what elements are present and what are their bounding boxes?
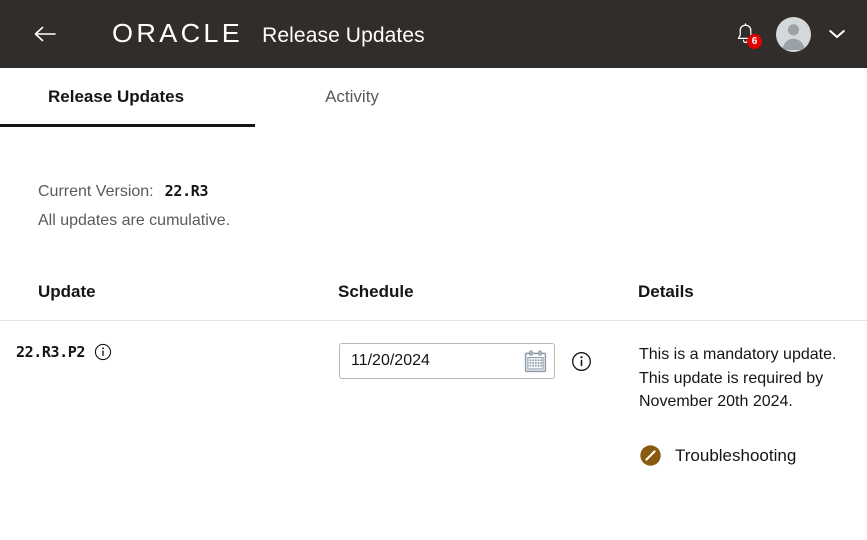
schedule-date-input[interactable] xyxy=(340,344,522,378)
oracle-logo: ORACLE xyxy=(112,18,244,48)
tab-activity-label: Activity xyxy=(325,87,379,106)
tab-activity[interactable]: Activity xyxy=(325,68,379,126)
tab-release-updates[interactable]: Release Updates xyxy=(0,68,184,126)
account-menu-button[interactable] xyxy=(825,22,849,46)
troubleshooting-label: Troubleshooting xyxy=(675,445,797,465)
back-button[interactable] xyxy=(30,19,60,49)
active-tab-indicator xyxy=(0,124,255,127)
notification-badge: 6 xyxy=(747,34,762,49)
table-header-row: Update Schedule Details xyxy=(0,282,867,321)
cumulative-note: All updates are cumulative. xyxy=(38,212,231,229)
avatar[interactable] xyxy=(776,16,811,52)
no-entry-icon xyxy=(640,445,661,466)
tab-bar: Release Updates Activity xyxy=(0,68,867,127)
user-avatar-icon xyxy=(782,23,805,50)
brand-group: ORACLE Release Updates xyxy=(112,20,425,48)
table-header: Update Schedule Details xyxy=(0,282,867,321)
table-body: 22.R3.P2 11/20/2024 This is a mandatory … xyxy=(0,321,867,469)
schedule-info-icon[interactable] xyxy=(571,351,592,372)
calendar-picker-button[interactable] xyxy=(522,348,548,374)
header-actions: 6 xyxy=(728,16,849,52)
update-version-id: 22.R3.P2 xyxy=(16,343,86,361)
release-updates-table: Update Schedule Details 22.R3.P2 11/20/2… xyxy=(0,282,867,468)
schedule-date-field[interactable] xyxy=(339,343,555,379)
troubleshooting-link[interactable]: Troubleshooting xyxy=(639,444,866,467)
notifications-button[interactable]: 6 xyxy=(728,17,762,51)
app-header: ORACLE Release Updates 6 xyxy=(0,0,867,68)
back-arrow-icon xyxy=(34,26,56,42)
chevron-down-icon xyxy=(829,30,845,38)
current-version-row: Current Version: 22.R3 xyxy=(38,182,867,201)
current-version-label: Current Version: xyxy=(38,183,154,200)
cell-schedule xyxy=(338,321,638,469)
cell-details: This is a mandatory update. This update … xyxy=(638,321,867,469)
update-info-icon[interactable] xyxy=(94,343,112,361)
column-header-details: Details xyxy=(638,282,867,321)
current-version-value: 22.R3 xyxy=(164,182,209,200)
table-row: 22.R3.P2 11/20/2024 This is a mandatory … xyxy=(0,321,867,469)
update-details-text: This is a mandatory update. This update … xyxy=(639,346,837,411)
cell-update: 22.R3.P2 xyxy=(0,321,338,469)
version-info: Current Version: 22.R3 All updates are c… xyxy=(0,126,867,230)
calendar-icon xyxy=(524,350,546,372)
tab-release-updates-label: Release Updates xyxy=(48,87,185,106)
column-header-schedule: Schedule xyxy=(338,282,638,321)
column-header-update: Update xyxy=(0,282,338,321)
page-title: Release Updates xyxy=(262,24,425,47)
